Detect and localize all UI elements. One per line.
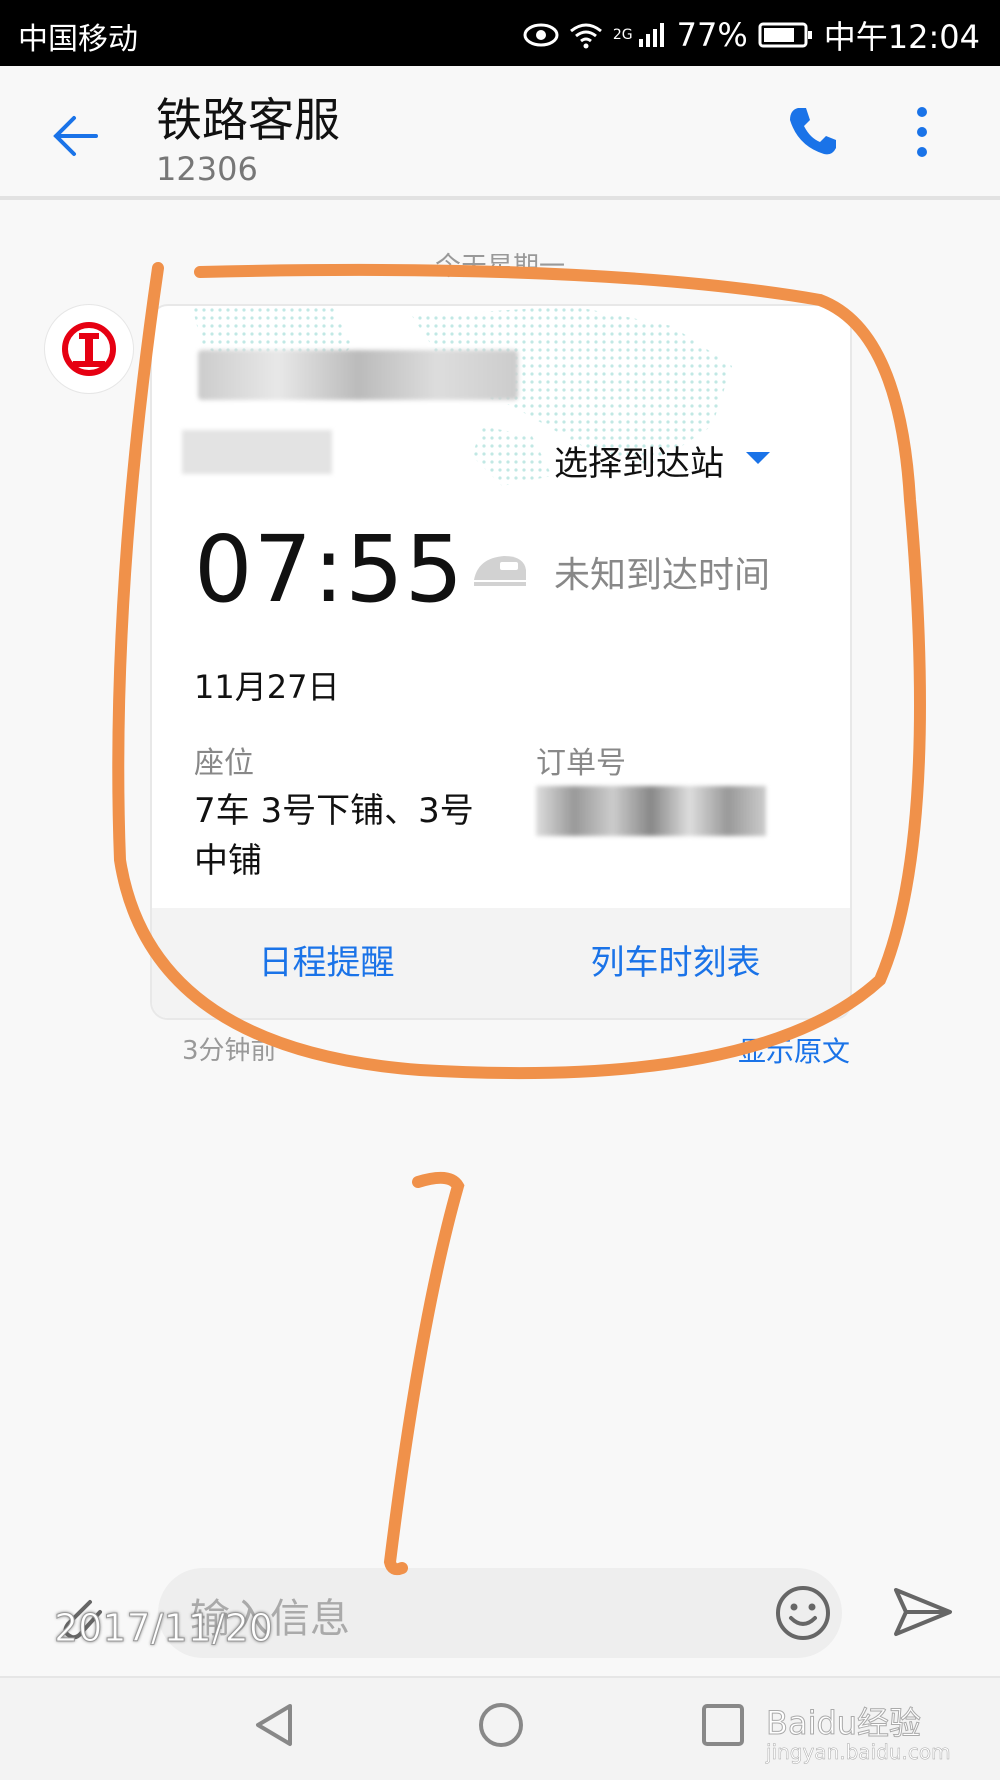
departure-time: 07:55 — [194, 516, 465, 623]
eye-icon — [523, 23, 559, 47]
redacted-train-info — [198, 350, 518, 400]
ticket-card[interactable]: 选择到达站 07:55 未知到达时间 11月27日 座位 7车 3号下铺、3号中… — [150, 304, 852, 1020]
nav-back-icon[interactable] — [250, 1700, 300, 1750]
more-options-icon[interactable] — [912, 104, 932, 160]
nav-home-icon[interactable] — [476, 1700, 526, 1750]
schedule-reminder-button[interactable]: 日程提醒 — [152, 908, 501, 1018]
clock: 中午12:04 — [823, 18, 980, 56]
contact-number: 12306 — [156, 150, 258, 188]
show-original-link[interactable]: 显示原文 — [738, 1030, 850, 1070]
battery-percent: 77% — [676, 16, 748, 54]
arrival-station-selector[interactable]: 选择到达站 — [554, 436, 724, 485]
photo-date-watermark: 2017/11/20 — [53, 1606, 274, 1651]
nav-recent-apps-icon[interactable] — [698, 1700, 748, 1750]
contact-name: 铁路客服 — [156, 93, 340, 147]
order-number-label: 订单号 — [536, 746, 626, 781]
system-nav-bar: Baidu经验 jingyan.baidu.com — [0, 1676, 1000, 1780]
wifi-icon — [569, 23, 602, 49]
message-timestamp: 3分钟前 — [182, 1036, 277, 1066]
dropdown-arrow-icon[interactable] — [746, 452, 770, 464]
seat-value: 7车 3号下铺、3号中铺 — [194, 791, 474, 881]
battery-icon — [758, 22, 812, 48]
avatar[interactable] — [44, 304, 134, 394]
world-map-pattern — [192, 306, 732, 486]
conversation-header: 铁路客服 12306 — [0, 66, 1000, 200]
date-separator: 今天星期一 — [434, 252, 565, 282]
card-actions: 日程提醒 列车时刻表 — [152, 908, 850, 1018]
send-icon[interactable] — [892, 1586, 954, 1638]
train-timetable-button[interactable]: 列车时刻表 — [501, 908, 850, 1018]
annotation-number-stroke — [383, 1171, 465, 1576]
network-type: 2G — [612, 27, 633, 43]
back-arrow-icon[interactable] — [46, 106, 106, 166]
arrival-time: 未知到达时间 — [554, 555, 771, 596]
emoji-icon[interactable] — [774, 1584, 832, 1642]
signal-icon — [638, 23, 664, 47]
railway-logo-icon — [62, 322, 116, 376]
baidu-jingyan-url: jingyan.baidu.com — [766, 1740, 951, 1765]
phone-icon[interactable] — [784, 104, 840, 160]
train-icon — [474, 556, 526, 586]
redacted-station — [182, 430, 332, 474]
travel-date: 11月27日 — [194, 668, 340, 706]
carrier-name: 中国移动 — [18, 22, 138, 57]
seat-label: 座位 — [194, 746, 254, 781]
status-icons: 2G 77% 中午12:04 — [523, 12, 980, 58]
redacted-order-number — [536, 786, 766, 836]
baidu-jingyan-watermark: Baidu经验 — [765, 1704, 922, 1743]
status-bar: 中国移动 2G 77% 中午12:04 — [0, 0, 1000, 66]
